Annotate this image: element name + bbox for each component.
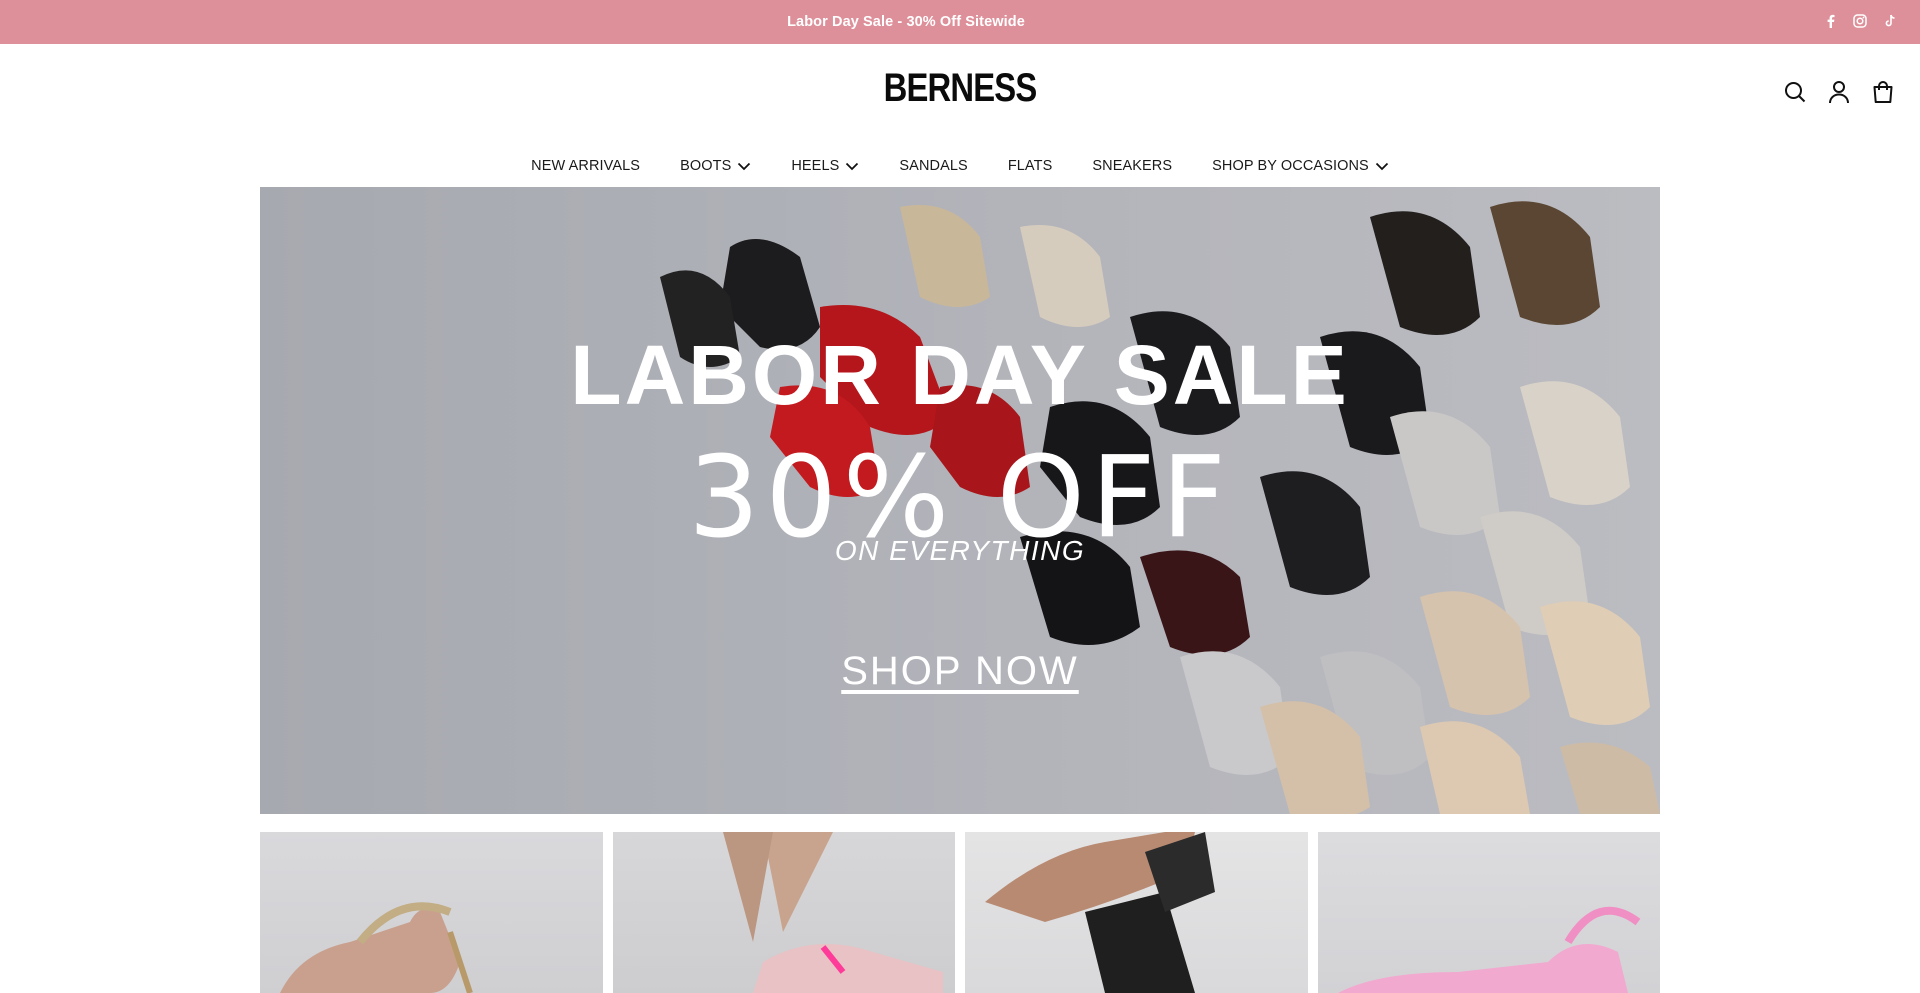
social-links — [1822, 12, 1898, 30]
nav-label: BOOTS — [680, 158, 732, 174]
nav-item-shop-by-occasions[interactable]: SHOP BY OCCASIONS — [1212, 158, 1389, 174]
announcement-text: Labor Day Sale - 30% Off Sitewide — [787, 14, 1025, 30]
instagram-icon[interactable] — [1852, 12, 1868, 30]
nav-item-sandals[interactable]: SANDALS — [899, 158, 967, 174]
announcement-bar: Labor Day Sale - 30% Off Sitewide — [0, 0, 1920, 44]
main-navigation: NEW ARRIVALS BOOTS HEELS SANDALS FLATS S… — [0, 158, 1920, 174]
nav-item-heels[interactable]: HEELS — [791, 158, 859, 174]
chevron-down-icon — [846, 162, 859, 171]
nav-item-flats[interactable]: FLATS — [1008, 158, 1053, 174]
slingback-heel-image — [280, 902, 473, 993]
nav-label: SHOP BY OCCASIONS — [1212, 158, 1369, 174]
nav-label: SANDALS — [899, 158, 968, 174]
brand-logo[interactable]: BERNESS — [173, 66, 1747, 111]
facebook-icon[interactable] — [1822, 12, 1838, 30]
header-actions — [1784, 80, 1894, 104]
collection-tile[interactable] — [260, 832, 603, 993]
nav-label: FLATS — [1007, 158, 1053, 174]
featured-collections — [260, 832, 1660, 993]
search-icon[interactable] — [1784, 80, 1806, 104]
chevron-down-icon — [738, 162, 751, 171]
nav-item-boots[interactable]: BOOTS — [680, 158, 751, 174]
shop-now-link[interactable]: SHOP NOW — [841, 649, 1079, 694]
hero-title: LABOR DAY SALE — [570, 328, 1350, 422]
collection-tile[interactable] — [612, 832, 955, 993]
tiktok-icon[interactable] — [1882, 12, 1898, 30]
nav-label: HEELS — [791, 158, 840, 174]
hero-banner[interactable]: LABOR DAY SALE 30% OFF ON EVERYTHING SHO… — [260, 187, 1660, 814]
pink-slingback-image — [1337, 906, 1640, 993]
nav-label: NEW ARRIVALS — [531, 158, 641, 174]
nav-item-new-arrivals[interactable]: NEW ARRIVALS — [531, 158, 640, 174]
nav-label: SNEAKERS — [1092, 158, 1173, 174]
sneaker-image — [722, 832, 943, 993]
hero-cta-container: SHOP NOW — [260, 649, 1660, 694]
collection-tile[interactable] — [1317, 832, 1660, 993]
black-boot-image — [985, 832, 1215, 993]
collection-tile[interactable] — [965, 832, 1308, 993]
cart-icon[interactable] — [1872, 80, 1894, 104]
hero-subtitle: ON EVERYTHING — [834, 535, 1086, 566]
chevron-down-icon — [1375, 162, 1388, 171]
nav-item-sneakers[interactable]: SNEAKERS — [1092, 158, 1172, 174]
account-icon[interactable] — [1828, 80, 1850, 104]
